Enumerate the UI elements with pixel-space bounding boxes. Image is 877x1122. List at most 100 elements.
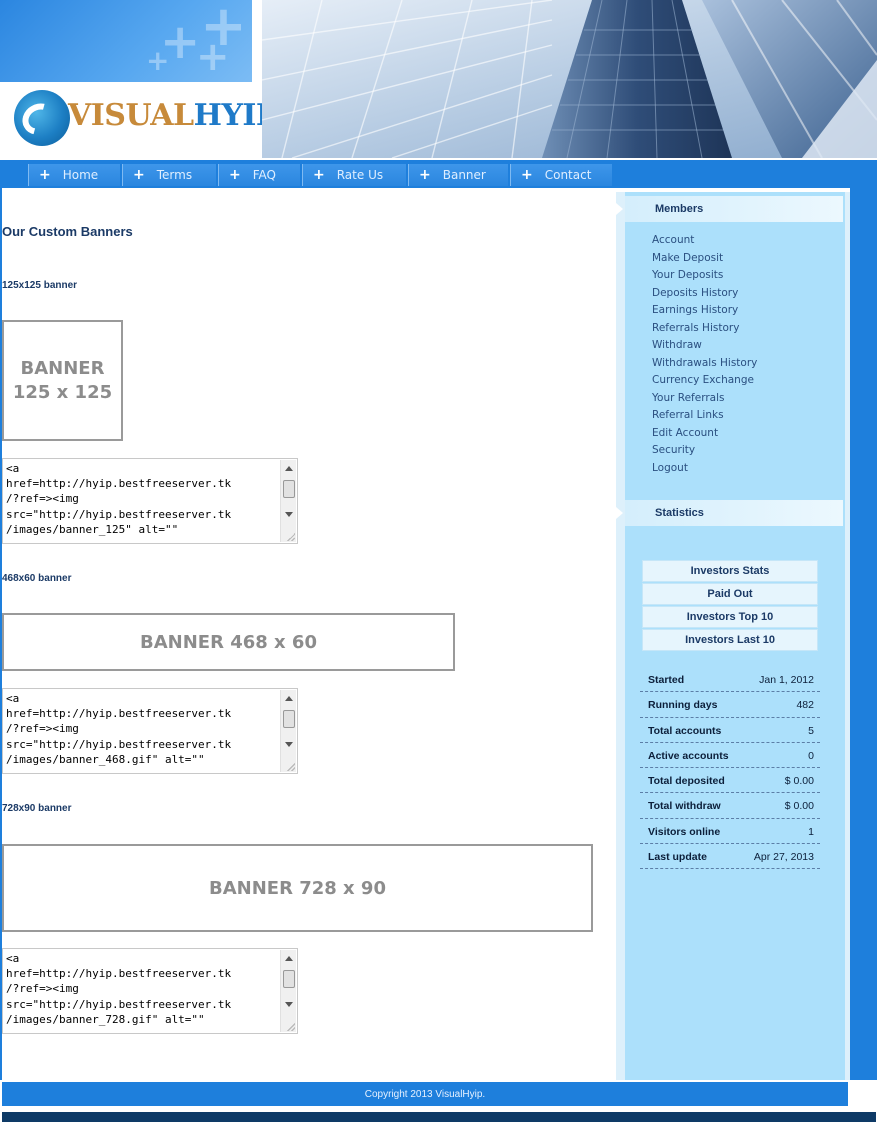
paid-out-button[interactable]: Paid Out bbox=[642, 583, 818, 605]
code-line: src="http://hyip.bestfreeserver.tk bbox=[6, 997, 232, 1011]
nav-tab-label: Rate Us bbox=[336, 168, 384, 182]
scroll-down-arrow-icon[interactable] bbox=[285, 742, 293, 747]
scroll-up-arrow-icon[interactable] bbox=[285, 956, 293, 961]
banner-468-code: <a href=http://hyip.bestfreeserver.tk/?re… bbox=[6, 691, 276, 767]
nav-tab-home[interactable]: + Home bbox=[28, 164, 120, 186]
banner-728-code-textarea[interactable]: <a href=http://hyip.bestfreeserver.tk/?re… bbox=[2, 948, 298, 1034]
nav-tab-label: FAQ bbox=[252, 168, 276, 182]
stat-value: $ 0.00 bbox=[784, 800, 814, 813]
banner-125-image[interactable]: BANNER 125 x 125 bbox=[2, 320, 123, 441]
sidebar-link-referrals-history[interactable]: Referrals History bbox=[652, 320, 757, 338]
textarea-scrollbar[interactable] bbox=[280, 460, 296, 542]
scroll-up-arrow-icon[interactable] bbox=[285, 696, 293, 701]
sidebar-link-account[interactable]: Account bbox=[652, 232, 757, 250]
member-links: Account Make Deposit Your Deposits Depos… bbox=[652, 232, 757, 477]
logo-wordmark: VISUALHYIP bbox=[68, 98, 278, 133]
textarea-scrollbar[interactable] bbox=[280, 690, 296, 772]
stat-key: Running days bbox=[648, 699, 718, 712]
sidebar-link-earnings-history[interactable]: Earnings History bbox=[652, 302, 757, 320]
nav-tab-rate-us[interactable]: + Rate Us bbox=[302, 164, 406, 186]
scroll-thumb[interactable] bbox=[283, 970, 295, 988]
sidebar-link-withdraw[interactable]: Withdraw bbox=[652, 337, 757, 355]
stat-key: Last update bbox=[648, 851, 707, 864]
nav-tab-contact[interactable]: + Contact bbox=[510, 164, 612, 186]
banner-728-heading: 728x90 banner bbox=[2, 803, 72, 814]
scroll-up-arrow-icon[interactable] bbox=[285, 466, 293, 471]
nav-tab-label: Terms bbox=[156, 168, 193, 182]
banner-468-code-textarea[interactable]: <a href=http://hyip.bestfreeserver.tk/?re… bbox=[2, 688, 298, 774]
stat-key: Active accounts bbox=[648, 749, 729, 762]
sidebar-link-deposits-history[interactable]: Deposits History bbox=[652, 285, 757, 303]
sidebar-link-withdrawals-history[interactable]: Withdrawals History bbox=[652, 355, 757, 373]
banner-125-label-line1: BANNER bbox=[20, 357, 105, 379]
code-line: src="http://hyip.bestfreeserver.tk bbox=[6, 737, 232, 751]
sidebar-link-referral-links[interactable]: Referral Links bbox=[652, 407, 757, 425]
stat-row-total-accounts: Total accounts 5 bbox=[640, 718, 820, 743]
stat-row-active-accounts: Active accounts 0 bbox=[640, 743, 820, 769]
pointer-arrow-icon bbox=[616, 203, 623, 215]
stat-key: Visitors online bbox=[648, 825, 721, 838]
code-line: <a bbox=[6, 462, 20, 475]
site-header: + + + + VISUALHYIP bbox=[0, 0, 877, 160]
nav-tab-terms[interactable]: + Terms bbox=[122, 164, 216, 186]
sidebar-link-logout[interactable]: Logout bbox=[652, 460, 757, 478]
nav-tab-faq[interactable]: + FAQ bbox=[218, 164, 300, 186]
scroll-thumb[interactable] bbox=[283, 710, 295, 728]
code-line: /?ref=><img bbox=[6, 492, 79, 506]
statistics-header: Statistics bbox=[616, 500, 843, 526]
banner-728-image[interactable]: BANNER 728 x 90 bbox=[2, 844, 593, 932]
scroll-down-arrow-icon[interactable] bbox=[285, 1002, 293, 1007]
stat-key: Total accounts bbox=[648, 724, 722, 737]
main-nav: + Home + Terms + FAQ + Rate Us + Banner + Cont… bbox=[0, 160, 877, 188]
stat-row-started: Started Jan 1, 2012 bbox=[640, 667, 820, 693]
stat-value: Apr 27, 2013 bbox=[753, 851, 814, 864]
banner-125-label-line2: 125 x 125 bbox=[12, 381, 113, 403]
sidebar-link-currency-exchange[interactable]: Currency Exchange bbox=[652, 372, 757, 390]
sidebar-link-make-deposit[interactable]: Make Deposit bbox=[652, 250, 757, 268]
members-title: Members bbox=[655, 203, 704, 215]
sidebar-link-your-deposits[interactable]: Your Deposits bbox=[652, 267, 757, 285]
sidebar-link-security[interactable]: Security bbox=[652, 442, 757, 460]
code-line: href=http://hyip.bestfreeserver.tk bbox=[6, 967, 232, 981]
banner-468-heading: 468x60 banner bbox=[2, 573, 72, 584]
code-line: href=http://hyip.bestfreeserver.tk bbox=[6, 477, 232, 491]
stat-value: 0 bbox=[808, 749, 814, 762]
investors-top-10-button[interactable]: Investors Top 10 bbox=[642, 606, 818, 628]
scroll-down-arrow-icon[interactable] bbox=[285, 512, 293, 517]
footer-right-spacer bbox=[848, 1080, 877, 1108]
banner-468-image[interactable]: BANNER 468 x 60 bbox=[2, 613, 455, 671]
plus-icon: + bbox=[521, 167, 533, 183]
stat-key: Total withdraw bbox=[648, 800, 721, 813]
sidebar-link-edit-account[interactable]: Edit Account bbox=[652, 425, 757, 443]
hero-building-image bbox=[262, 0, 877, 158]
logo-area[interactable]: + + + + VISUALHYIP bbox=[0, 0, 278, 160]
code-line: /images/banner_728.gif" alt="" bbox=[6, 1012, 205, 1026]
pointer-arrow-icon bbox=[616, 507, 623, 519]
resize-grip-icon[interactable] bbox=[287, 533, 295, 541]
code-line: /images/banner_468.gif" alt="" bbox=[6, 752, 205, 766]
investors-stats-button[interactable]: Investors Stats bbox=[642, 560, 818, 582]
copyright-text: Copyright 2013 VisualHyip. bbox=[364, 1088, 486, 1100]
frame-right-border bbox=[850, 188, 877, 1081]
stat-row-total-deposited: Total deposited $ 0.00 bbox=[640, 768, 820, 794]
banner-728-label: BANNER 728 x 90 bbox=[209, 877, 386, 899]
resize-grip-icon[interactable] bbox=[287, 763, 295, 771]
nav-tab-label: Banner bbox=[442, 168, 486, 182]
nav-tab-banner[interactable]: + Banner bbox=[408, 164, 508, 186]
stat-row-running-days: Running days 482 bbox=[640, 692, 820, 718]
stat-value: Jan 1, 2012 bbox=[759, 674, 814, 686]
banner-125-code: <a href=http://hyip.bestfreeserver.tk/?re… bbox=[6, 461, 276, 537]
members-header: Members bbox=[616, 196, 843, 222]
resize-grip-icon[interactable] bbox=[287, 1023, 295, 1031]
textarea-scrollbar[interactable] bbox=[280, 950, 296, 1032]
banner-125-code-textarea[interactable]: <a href=http://hyip.bestfreeserver.tk/?re… bbox=[2, 458, 298, 544]
sidebar-link-your-referrals[interactable]: Your Referrals bbox=[652, 390, 757, 408]
scroll-thumb[interactable] bbox=[283, 480, 295, 498]
building-illustration bbox=[262, 0, 877, 158]
nav-tab-label: Contact bbox=[544, 168, 592, 182]
footer: Copyright 2013 VisualHyip. bbox=[2, 1082, 848, 1106]
banner-125-heading: 125x125 banner bbox=[2, 280, 78, 291]
logo-part-visual: VISUAL bbox=[68, 98, 194, 133]
investors-last-10-button[interactable]: Investors Last 10 bbox=[642, 629, 818, 651]
code-line: <a bbox=[6, 692, 20, 705]
